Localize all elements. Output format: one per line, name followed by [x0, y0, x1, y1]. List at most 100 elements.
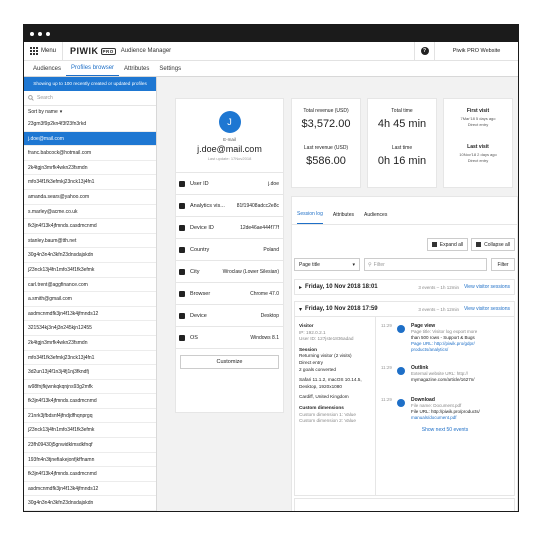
list-item[interactable]: 23gm3f9p2kn4f3f23fn3rkd [24, 117, 156, 132]
view-visitor-sessions-link[interactable]: View visitor sessions [464, 284, 510, 290]
tab-settings[interactable]: Settings [154, 66, 186, 76]
list-item[interactable]: stanley.baum@tth.net [24, 234, 156, 249]
window-titlebar [24, 25, 518, 42]
session-header[interactable]: ▸ Friday, 10 Nov 2018 18:01 3 events – 1h… [295, 280, 514, 295]
list-item[interactable]: fk3jn4f13k4jfmnds.casdmcnmd [24, 394, 156, 409]
attribute-key: Analytics vis... [190, 202, 225, 209]
attribute-row[interactable]: Device ID 12de46ae444f77f [176, 217, 283, 239]
attribute-row[interactable]: City Wroclaw (Lower Silesian) [176, 261, 283, 283]
window-dot-icon[interactable] [38, 31, 42, 36]
list-item[interactable]: amanda.sears@yahoo.com [24, 190, 156, 205]
list-item[interactable]: j.doe@mail.com [24, 131, 156, 147]
tab-audiences[interactable]: Audiences [28, 66, 66, 76]
custom-dimension: Custom dimension 1: Value [299, 411, 356, 417]
list-item[interactable]: j23nck13j4fn1mfo34f1fk3efmk [24, 423, 156, 439]
attribute-row[interactable]: OS Windows 8.1 [176, 327, 283, 349]
expand-all-button[interactable]: Expand all [426, 238, 469, 251]
filter-button[interactable]: Filter [491, 258, 515, 271]
list-item[interactable]: 21nrk3jfbdsnf4jfndjdfhqnprgq [24, 409, 156, 424]
chevron-down-icon: ▾ [299, 306, 303, 313]
list-item[interactable]: 193fn4n3tjnefiakejonfjkffnamn [24, 453, 156, 468]
chevron-right-icon: ▸ [299, 284, 303, 291]
tab-attributes[interactable]: Attributes [119, 66, 154, 76]
custom-dimension: Custom dimension 2: Value [299, 418, 356, 424]
window-dot-icon[interactable] [30, 31, 34, 36]
collapse-icon [476, 242, 482, 247]
list-item[interactable]: mfo34f1fk3efmkj23nck13j4fn1 [24, 351, 156, 366]
list-item[interactable]: w98fnjfkjwnkqkqnjns93g2mfk [24, 380, 156, 395]
event-item: 11:29 Page view Page title: Visitor log ex… [381, 323, 509, 353]
expand-icon [431, 242, 437, 247]
customize-button[interactable]: Customize [180, 355, 279, 369]
list-item[interactable]: s.marley@acme.co.uk [24, 205, 156, 220]
list-item[interactable]: a.smith@gmail.com [24, 292, 156, 307]
session-row: ▸ Friday, 10 Nov 2018 18:01 3 events – 1h… [294, 279, 515, 295]
chevron-down-icon: ▾ [352, 261, 355, 268]
stats-row: Total revenue (USD) $3,572.00 Last reven… [291, 98, 513, 188]
page-title-select[interactable]: Page title ▾ [294, 258, 360, 271]
list-item[interactable]: j23nck13j4fn1mfo34f1fk3efmk [24, 263, 156, 278]
sort-dropdown[interactable]: Sort by name ▾ [24, 106, 156, 117]
stat-value: 4h 45 min [377, 118, 427, 130]
grid-icon [30, 47, 38, 55]
event-line[interactable]: products/analytics/ [411, 347, 477, 353]
list-item[interactable]: 30g4n3n4n3kfn23dnsdajskdn [24, 496, 156, 511]
visitor-browser: Safari 11.1.2, macOS 10.14.5, [299, 377, 362, 383]
attribute-key: OS [190, 334, 198, 341]
attribute-key: Device [190, 312, 207, 319]
event-line: mymagazine.com/article/1627n/ [411, 377, 475, 382]
list-item[interactable]: 30g4n3n4n3kfn23dnsdajskdn [24, 248, 156, 263]
attribute-row[interactable]: Country Poland [176, 239, 283, 261]
view-visitor-sessions-link[interactable]: View visitor sessions [464, 306, 510, 312]
list-item[interactable]: 2k4tgjn3mrfk4wkn23fsmdn [24, 161, 156, 176]
piwik-logo: PIWIK PRO [70, 46, 116, 56]
list-item[interactable]: 23fh09430j5gnwidklmsdkfnqf [24, 438, 156, 453]
stat-label: Last revenue (USD) [303, 145, 349, 151]
list-item[interactable]: fk3jn4f13k4jfmnds.casdmcnmd [24, 467, 156, 482]
list-item[interactable]: asdmcnmdfk3jn4f13k4jfmnds12 [24, 482, 156, 497]
search-icon [28, 95, 34, 101]
help-button[interactable]: ? [414, 42, 434, 60]
tab-audiences[interactable]: Audiences [364, 212, 387, 224]
menu-button[interactable]: Menu [24, 42, 64, 60]
revenue-card: Total revenue (USD) $3,572.00 Last reven… [291, 98, 361, 188]
attribute-row[interactable]: User ID j.doe [176, 173, 283, 195]
sessions-panel: Session log Attributes Audiences Expand al… [291, 196, 518, 511]
list-item[interactable]: 321534kj3n4j3n245kjn12455 [24, 321, 156, 336]
collapse-all-button[interactable]: Collapse all [471, 238, 515, 251]
list-item[interactable]: carl.trent@aggfinance.com [24, 278, 156, 293]
window-dot-icon[interactable] [46, 31, 50, 36]
list-item[interactable]: mfo34f1fk3efmkj23nck13j4fn1 [24, 175, 156, 190]
list-item[interactable]: fk3jn4f13k4jfmnds.casdmcnmd [24, 219, 156, 234]
list-item[interactable]: franc.babcock@hotmail.com [24, 146, 156, 161]
help-icon: ? [420, 47, 429, 55]
list-item[interactable]: 2k4tgjn3mrfk4wkn23fsmdn [24, 336, 156, 351]
attribute-row[interactable]: Browser Chrome 47.0 [176, 283, 283, 305]
show-next-events-link[interactable]: Show next 50 events [381, 427, 509, 433]
flag-icon [179, 246, 185, 253]
list-item[interactable]: 3d2un13j4f1n3j4fj1nj3fkndfj [24, 365, 156, 380]
website-selector[interactable]: Piwik PRO Website [434, 42, 518, 60]
collapse-label: Collapse all [484, 241, 510, 248]
attribute-value: 12de46ae444f77f [240, 224, 279, 231]
analytics-icon [179, 202, 185, 209]
attribute-row[interactable]: Device Desktop [176, 305, 283, 327]
tab-session-log[interactable]: Session log [297, 211, 323, 224]
tab-profiles-browser[interactable]: Profiles browser [66, 65, 120, 76]
session-header[interactable]: ▾ Friday, 10 Nov 2018 17:59 3 events – 1h… [295, 302, 514, 317]
event-line[interactable]: manuals/document.pdf [411, 415, 480, 421]
profiles-sidebar: Showing up to 100 recently created or up… [24, 77, 157, 511]
search-input[interactable]: Search [24, 91, 156, 106]
list-item[interactable]: asdmcnmdfk3jn4f13k4jfmnds12 [24, 307, 156, 322]
event-item: 11:29 Outlink External website URL: http:/… [381, 365, 509, 383]
attribute-row[interactable]: Analytics vis... 81f19408adcc2e8c [176, 195, 283, 217]
last-update: Last update: 17Nov2018 [207, 156, 252, 161]
attribute-value: Wroclaw (Lower Silesian) [222, 268, 279, 275]
returning-visitor: Returning visitor (2 visits) [299, 353, 352, 359]
visits-card: First visit 7Mar'18 5 days ago Direct en… [443, 98, 513, 188]
filter-input[interactable]: ⚲ Filter [364, 258, 487, 271]
chevron-down-icon: ▾ [59, 108, 63, 115]
tab-attributes[interactable]: Attributes [333, 212, 354, 224]
stat-label: Last visit [467, 144, 489, 150]
download-icon [397, 399, 405, 407]
